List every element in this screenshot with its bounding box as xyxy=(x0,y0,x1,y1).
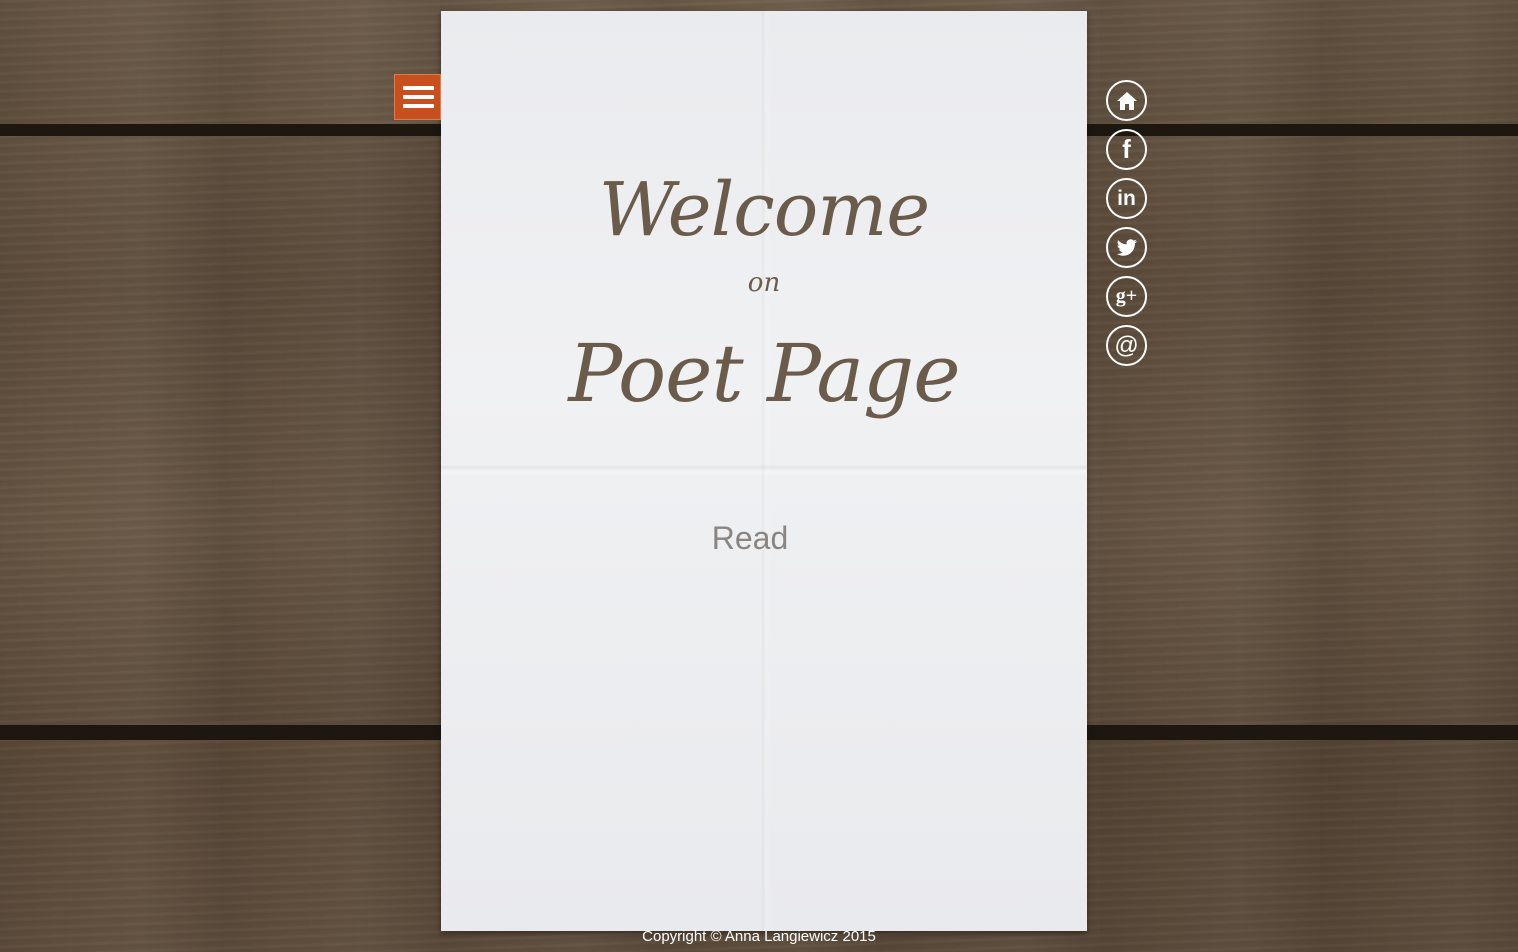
google-plus-link[interactable]: g+ xyxy=(1106,276,1147,317)
google-plus-icon: g+ xyxy=(1115,285,1138,307)
linkedin-link[interactable]: in xyxy=(1106,178,1147,219)
home-icon xyxy=(1116,91,1137,110)
twitter-icon xyxy=(1116,238,1137,256)
hero-title-poet-page: Poet Page xyxy=(568,327,960,420)
hero-title-on: on xyxy=(747,268,781,298)
footer-copyright: Copyright © Anna Langiewicz 2015 xyxy=(642,928,876,945)
hamburger-menu-icon-bar xyxy=(403,104,434,108)
hamburger-menu-icon-bar xyxy=(403,95,434,99)
facebook-link[interactable]: f xyxy=(1106,129,1147,170)
twitter-link[interactable] xyxy=(1106,227,1147,268)
menu-toggle-button[interactable] xyxy=(394,74,441,120)
linkedin-icon: in xyxy=(1117,187,1136,210)
paper-sheet xyxy=(441,11,1087,931)
social-links: f in g+ @ xyxy=(1106,80,1147,374)
hamburger-menu-icon xyxy=(403,86,434,90)
email-link[interactable]: @ xyxy=(1106,325,1147,366)
hero-title-welcome: Welcome xyxy=(598,167,930,253)
facebook-icon: f xyxy=(1122,134,1131,164)
home-link[interactable] xyxy=(1106,80,1147,121)
read-link[interactable]: Read xyxy=(660,515,840,561)
email-icon: @ xyxy=(1114,332,1139,359)
